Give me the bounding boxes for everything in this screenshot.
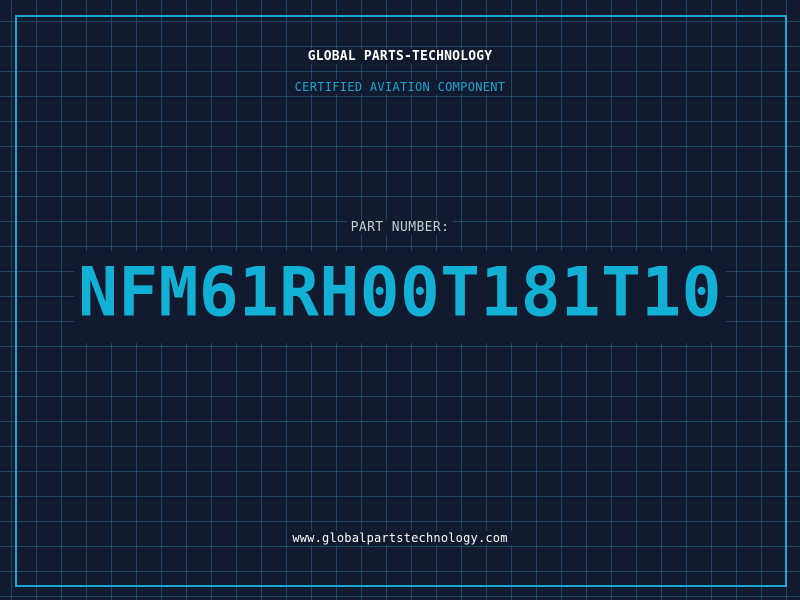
company-name: GLOBAL PARTS-TECHNOLOGY — [0, 49, 800, 64]
tagline: CERTIFIED AVIATION COMPONENT — [0, 80, 800, 94]
part-number: NFM61RH00T181T10 — [0, 251, 800, 343]
part-label-card: GLOBAL PARTS-TECHNOLOGY CERTIFIED AVIATI… — [0, 0, 800, 600]
company-name-text: GLOBAL PARTS-TECHNOLOGY — [303, 49, 497, 64]
website-link: www.globalpartstechnology.com — [0, 531, 800, 545]
part-number-value: NFM61RH00T181T10 — [74, 251, 726, 343]
website-link-text: www.globalpartstechnology.com — [288, 531, 512, 545]
part-number-label: PART NUMBER: — [0, 220, 800, 235]
part-number-label-text: PART NUMBER: — [346, 220, 454, 235]
tagline-text: CERTIFIED AVIATION COMPONENT — [290, 80, 510, 94]
